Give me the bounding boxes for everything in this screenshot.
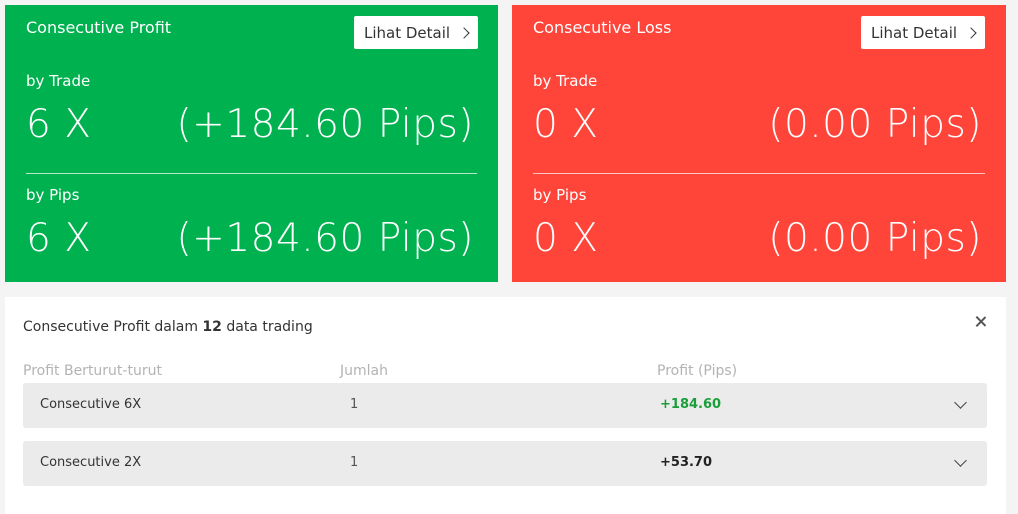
- loss-card-title: Consecutive Loss: [533, 18, 672, 37]
- table-row[interactable]: Consecutive 2X 1 +53.70: [23, 441, 987, 486]
- chevron-down-icon[interactable]: [954, 396, 967, 409]
- row-name: Consecutive 6X: [40, 397, 142, 412]
- close-icon[interactable]: [972, 313, 990, 331]
- header-jumlah: Jumlah: [340, 363, 388, 379]
- chevron-down-icon[interactable]: [954, 454, 967, 467]
- profit-detail-button[interactable]: Lihat Detail: [354, 16, 478, 49]
- panel-title-count: 12: [202, 319, 222, 335]
- loss-detail-button[interactable]: Lihat Detail: [861, 16, 985, 49]
- loss-card-divider: [533, 173, 985, 174]
- loss-by-trade-label: by Trade: [533, 72, 598, 90]
- header-profit-berturut: Profit Berturut-turut: [23, 363, 162, 379]
- profit-by-trade-count: 6 X: [26, 102, 92, 147]
- chevron-right-icon: [458, 26, 470, 39]
- table-row[interactable]: Consecutive 6X 1 +184.60: [23, 383, 987, 428]
- profit-by-trade-label: by Trade: [26, 72, 91, 90]
- panel-title: Consecutive Profit dalam 12 data trading: [23, 319, 313, 335]
- panel-title-prefix: Consecutive Profit dalam: [23, 319, 203, 335]
- consecutive-loss-card: Consecutive Loss Lihat Detail by Trade 0…: [512, 5, 1006, 282]
- loss-by-pips-label: by Pips: [533, 186, 587, 204]
- row-profit: +184.60: [660, 397, 722, 412]
- row-count: 1: [350, 455, 359, 470]
- loss-detail-button-label: Lihat Detail: [870, 23, 958, 42]
- profit-by-trade-pips: (+184.60 Pips): [176, 102, 474, 147]
- row-name: Consecutive 2X: [40, 455, 142, 470]
- profit-card-divider: [26, 173, 477, 174]
- profit-detail-button-label: Lihat Detail: [363, 23, 451, 42]
- profit-by-pips-pips: (+184.60 Pips): [176, 216, 474, 261]
- loss-by-trade-count: 0 X: [533, 102, 599, 147]
- profit-card-title: Consecutive Profit: [26, 18, 172, 37]
- consecutive-profit-card: Consecutive Profit Lihat Detail by Trade…: [5, 5, 498, 282]
- profit-by-pips-count: 6 X: [26, 216, 92, 261]
- panel-title-suffix: data trading: [221, 319, 313, 335]
- chevron-right-icon: [965, 26, 977, 39]
- row-count: 1: [350, 397, 359, 412]
- row-profit: +53.70: [660, 455, 713, 470]
- loss-by-trade-pips: (0.00 Pips): [768, 102, 982, 147]
- loss-by-pips-pips: (0.00 Pips): [768, 216, 982, 261]
- loss-by-pips-count: 0 X: [533, 216, 599, 261]
- header-profit-pips: Profit (Pips): [657, 363, 738, 379]
- consecutive-detail-panel: Consecutive Profit dalam 12 data trading…: [5, 297, 1006, 514]
- profit-by-pips-label: by Pips: [26, 186, 80, 204]
